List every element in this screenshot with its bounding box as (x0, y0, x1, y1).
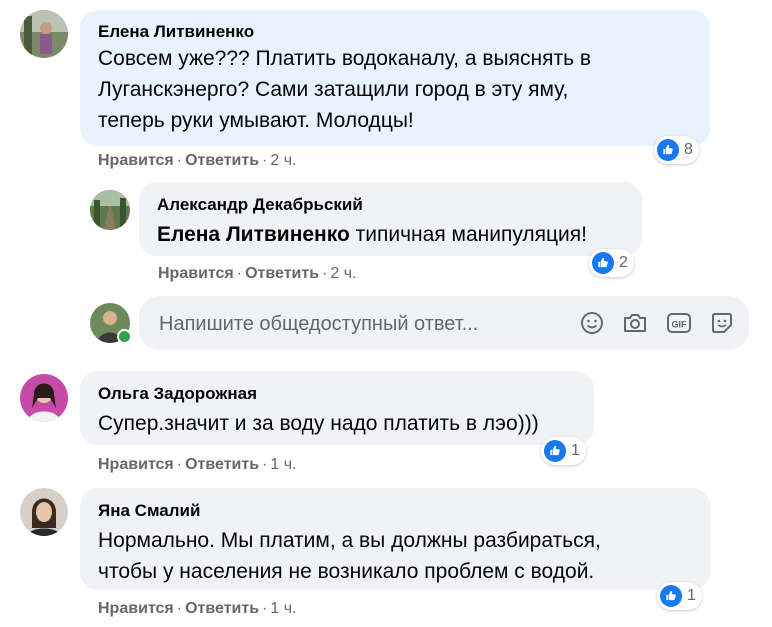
thumbs-up-icon (544, 440, 566, 462)
svg-text:GIF: GIF (672, 320, 688, 330)
emoji-icon[interactable] (579, 310, 605, 336)
thumbs-up-icon (657, 139, 679, 161)
gif-icon[interactable]: GIF (666, 310, 692, 336)
comment-author[interactable]: Яна Смалий (98, 500, 692, 522)
reaction-badge[interactable]: 1 (541, 437, 586, 465)
comment-time[interactable]: 1 ч. (270, 600, 296, 617)
comment-text-line: Совсем уже??? Платить водоканалу, а выяс… (98, 47, 592, 70)
reaction-count: 2 (619, 254, 628, 271)
comment-text: Совсем уже??? Платить водоканалу, а выяс… (98, 43, 692, 136)
comment-text-body: типичная манипуляция! (349, 223, 587, 246)
comment-text-line: теперь руки умывают. Молодцы! (98, 109, 414, 132)
thumbs-up-icon (660, 585, 682, 607)
reaction-badge[interactable]: 1 (657, 582, 702, 610)
comment-author[interactable]: Александр Декабрьский (157, 194, 624, 216)
online-status-indicator (117, 329, 132, 344)
reaction-count: 1 (687, 587, 696, 604)
reaction-count: 8 (684, 141, 693, 158)
comment-actions: Нравится · Ответить · 2 ч. (158, 265, 357, 282)
comment-bubble: Елена Литвиненко Совсем уже??? Платить в… (80, 10, 710, 146)
like-button[interactable]: Нравится (98, 152, 174, 169)
reply-button[interactable]: Ответить (185, 600, 259, 617)
comment-time[interactable]: 2 ч. (330, 265, 356, 282)
mention-link[interactable]: Елена Литвиненко (157, 223, 350, 246)
comment-bubble: Александр Декабрьский Елена Литвиненко т… (139, 182, 642, 256)
sticker-icon[interactable] (709, 310, 735, 336)
comment-text: Нормально. Мы платим, а вы должны разбир… (98, 525, 692, 587)
thumbs-up-icon (592, 252, 614, 274)
reaction-badge[interactable]: 8 (654, 136, 699, 164)
comment-actions: Нравится · Ответить · 2 ч. (98, 152, 297, 169)
comment-text-line: Луганскэнерго? Сами затащили город в эту… (98, 78, 569, 101)
avatar[interactable] (90, 190, 130, 230)
comment-text-line: Нормально. Мы платим, а вы должны разбир… (98, 529, 601, 552)
comment-time[interactable]: 1 ч. (270, 456, 296, 473)
comment-text: Супер.значит и за воду надо платить в лэ… (98, 408, 576, 439)
comment-author[interactable]: Елена Литвиненко (98, 21, 692, 43)
comment-bubble: Ольга Задорожная Супер.значит и за воду … (80, 371, 594, 445)
reaction-count: 1 (571, 442, 580, 459)
comment-text-line: чтобы у населения не возникало проблем с… (98, 560, 595, 583)
reply-composer: GIF (139, 296, 749, 352)
avatar[interactable] (20, 10, 68, 58)
comment-author[interactable]: Ольга Задорожная (98, 383, 576, 405)
reply-button[interactable]: Ответить (185, 456, 259, 473)
reaction-badge[interactable]: 2 (589, 249, 634, 277)
comment-actions: Нравится · Ответить · 1 ч. (98, 456, 297, 473)
reply-button[interactable]: Ответить (185, 152, 259, 169)
comment-time[interactable]: 2 ч. (270, 152, 296, 169)
camera-icon[interactable] (622, 310, 648, 336)
like-button[interactable]: Нравится (98, 600, 174, 617)
comment-text: Елена Литвиненко типичная манипуляция! (157, 219, 624, 250)
comment-text-line: Супер.значит и за воду надо платить в лэ… (98, 412, 539, 435)
avatar[interactable] (20, 488, 68, 536)
comment-actions: Нравится · Ответить · 1 ч. (98, 600, 297, 617)
reply-button[interactable]: Ответить (245, 265, 319, 282)
reply-input[interactable] (157, 296, 561, 352)
like-button[interactable]: Нравится (98, 456, 174, 473)
avatar[interactable] (20, 374, 68, 422)
like-button[interactable]: Нравится (158, 265, 234, 282)
comment-bubble: Яна Смалий Нормально. Мы платим, а вы до… (80, 488, 710, 590)
